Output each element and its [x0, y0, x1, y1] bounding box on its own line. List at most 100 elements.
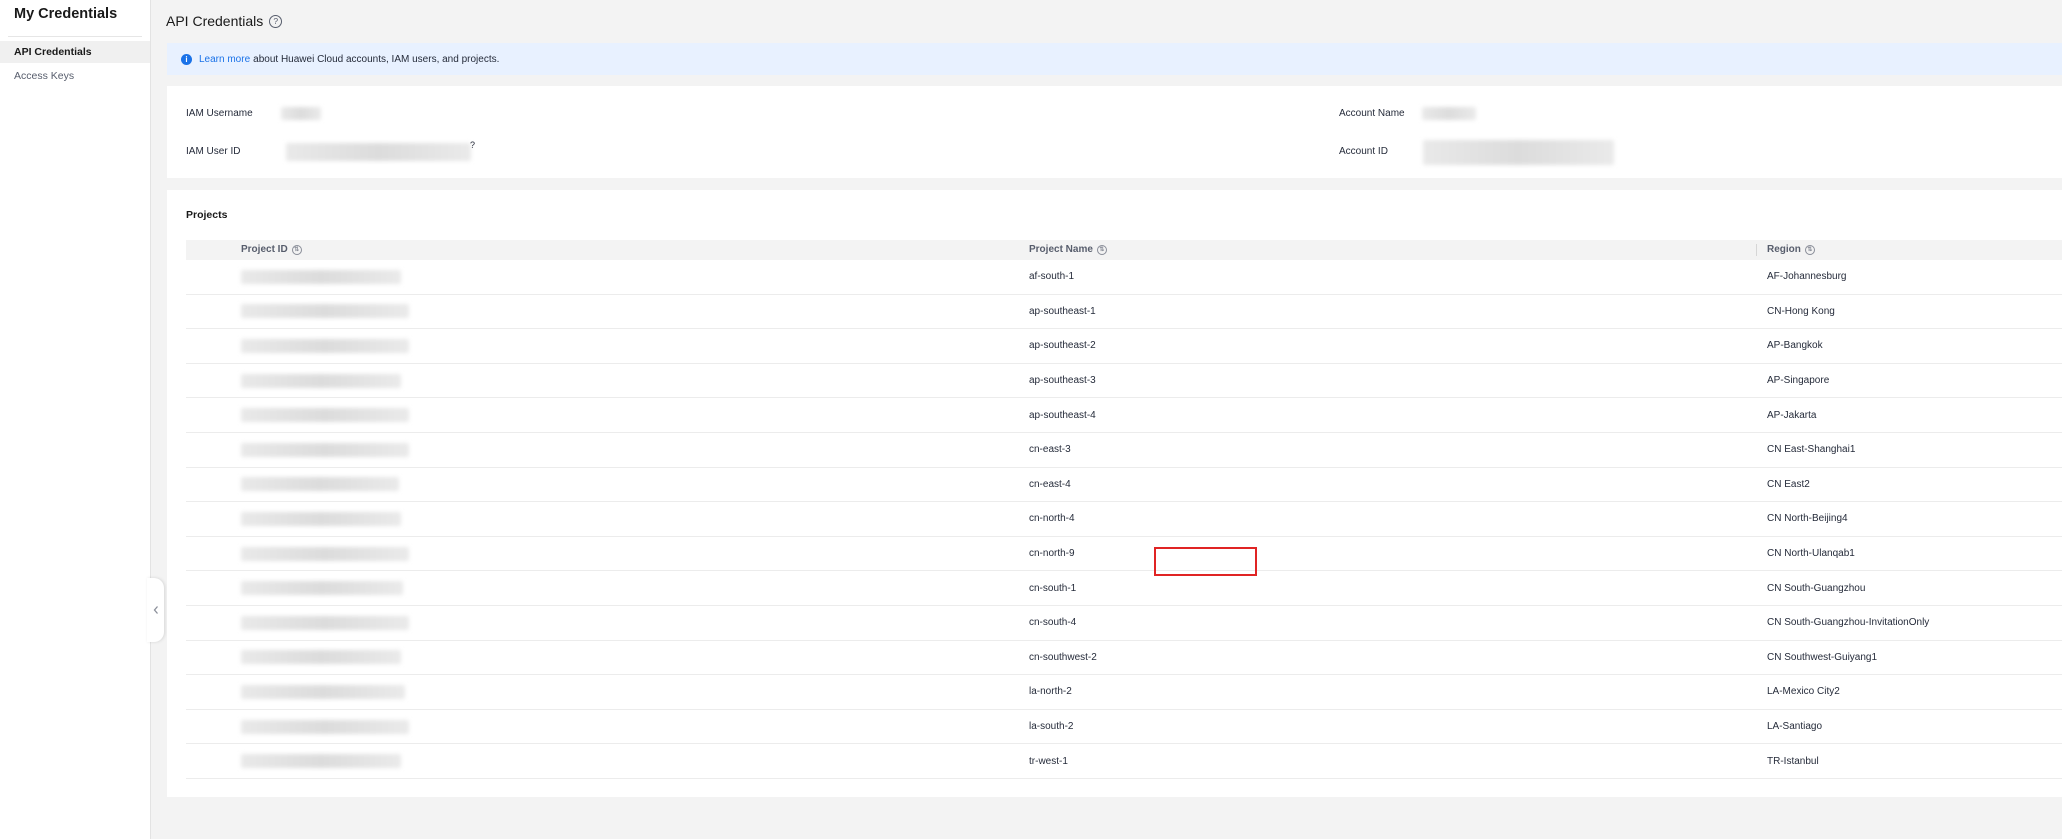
iam-user-id-suffix: ?	[470, 140, 476, 150]
table-row: ap-southeast-2 AP-Bangkok	[186, 329, 2062, 364]
projects-table: Project ID ⇅ Project Name ⇅ Region ⇅ af-…	[186, 240, 2062, 779]
project-id-cell	[241, 260, 401, 294]
region-cell: AP-Singapore	[1767, 375, 1830, 387]
region-cell: TR-Istanbul	[1767, 755, 1819, 767]
region-cell: CN East2	[1767, 478, 1810, 490]
region-cell: CN East-Shanghai1	[1767, 444, 1856, 456]
project-name-cell: la-south-2	[1029, 721, 1074, 733]
region-cell: CN North-Beijing4	[1767, 513, 1848, 525]
column-header-project-id[interactable]: Project ID ⇅	[241, 240, 302, 260]
project-name-cell: cn-north-4	[1029, 513, 1075, 525]
table-row: la-south-2 LA-Santiago	[186, 710, 2062, 745]
page-title: API Credentials ?	[166, 13, 283, 29]
project-id-cell	[241, 468, 399, 502]
table-row: la-north-2 LA-Mexico City2	[186, 675, 2062, 710]
region-cell: LA-Santiago	[1767, 721, 1823, 733]
project-id-cell	[241, 744, 401, 778]
projects-title: Projects	[186, 209, 228, 221]
column-header-project-id-label: Project ID	[241, 244, 288, 255]
sidebar-title: My Credentials	[14, 6, 118, 22]
column-header-region[interactable]: Region ⇅	[1767, 240, 1815, 260]
table-row: cn-southwest-2 CN Southwest-Guiyang1	[186, 641, 2062, 676]
project-id-value-redacted	[241, 719, 409, 734]
project-name-cell: cn-east-3	[1029, 444, 1071, 456]
table-row: cn-south-1 CN South-Guangzhou	[186, 571, 2062, 606]
region-cell: AP-Jakarta	[1767, 409, 1817, 421]
help-icon[interactable]: ?	[269, 14, 283, 28]
column-header-project-name[interactable]: Project Name ⇅	[1029, 240, 1107, 260]
region-cell: CN Southwest-Guiyang1	[1767, 651, 1878, 663]
highlight-annotation	[1154, 547, 1257, 576]
table-row: af-south-1 AF-Johannesburg	[186, 260, 2062, 295]
table-row: cn-north-9 CN North-Ulanqab1	[186, 537, 2062, 572]
table-row: cn-east-4 CN East2	[186, 468, 2062, 503]
sidebar-item-api-credentials[interactable]: API Credentials	[0, 41, 150, 63]
project-name-cell: ap-southeast-1	[1029, 305, 1096, 317]
table-header: Project ID ⇅ Project Name ⇅ Region ⇅	[186, 240, 2062, 260]
project-id-cell	[241, 502, 401, 536]
project-id-value-redacted	[241, 581, 403, 596]
project-id-value-redacted	[241, 338, 409, 353]
page-title-text: API Credentials	[166, 13, 264, 29]
project-name-cell: cn-north-9	[1029, 548, 1075, 560]
region-cell: LA-Mexico City2	[1767, 686, 1840, 698]
project-name-cell: cn-east-4	[1029, 478, 1071, 490]
region-cell: CN North-Ulanqab1	[1767, 548, 1855, 560]
table-row: cn-north-4 CN North-Beijing4	[186, 502, 2062, 537]
column-header-region-label: Region	[1767, 244, 1801, 255]
table-row: tr-west-1 TR-Istanbul	[186, 744, 2062, 779]
account-name-value-redacted	[1422, 107, 1476, 120]
table-row: ap-southeast-4 AP-Jakarta	[186, 398, 2062, 433]
table-row: ap-southeast-3 AP-Singapore	[186, 364, 2062, 399]
project-name-cell: tr-west-1	[1029, 755, 1068, 767]
region-cell: CN South-Guangzhou-InvitationOnly	[1767, 617, 1930, 629]
project-id-value-redacted	[241, 304, 409, 319]
project-id-cell	[241, 433, 409, 467]
iam-username-value-redacted	[281, 107, 321, 120]
project-id-value-redacted	[241, 442, 409, 457]
project-name-cell: ap-southeast-3	[1029, 375, 1096, 387]
iam-username-label: IAM Username	[186, 108, 253, 119]
project-id-cell	[241, 364, 401, 398]
project-id-value-redacted	[241, 477, 399, 492]
project-id-value-redacted	[241, 269, 401, 284]
banner-text: about Huawei Cloud accounts, IAM users, …	[253, 53, 500, 65]
column-separator	[1756, 244, 1757, 256]
main-content: API Credentials ? i Learn more about Hua…	[152, 0, 2062, 839]
project-id-cell	[241, 571, 403, 605]
project-id-cell	[241, 537, 409, 571]
project-id-cell	[241, 329, 409, 363]
project-id-value-redacted	[241, 408, 409, 423]
sidebar: My Credentials API Credentials Access Ke…	[0, 0, 151, 839]
account-name-label: Account Name	[1339, 108, 1405, 119]
info-icon: i	[181, 53, 192, 65]
sidebar-divider	[8, 36, 142, 37]
sort-icon[interactable]: ⇅	[291, 245, 302, 255]
project-name-cell: la-north-2	[1029, 686, 1072, 698]
iam-user-id-value-redacted	[286, 143, 471, 161]
project-name-cell: cn-south-4	[1029, 617, 1077, 629]
table-row: cn-south-4 CN South-Guangzhou-InvitationO…	[186, 606, 2062, 641]
table-body: af-south-1 AF-Johannesburg ap-southeast-1 C…	[186, 260, 2062, 779]
sort-icon[interactable]: ⇅	[1804, 245, 1815, 255]
project-name-cell: cn-south-1	[1029, 582, 1077, 594]
project-id-value-redacted	[241, 650, 401, 665]
project-name-cell: af-south-1	[1029, 271, 1075, 283]
account-id-label: Account ID	[1339, 146, 1388, 157]
project-name-cell: ap-southeast-4	[1029, 409, 1096, 421]
project-name-cell: ap-southeast-2	[1029, 340, 1096, 352]
learn-more-link[interactable]: Learn more	[199, 54, 250, 65]
table-row: cn-east-3 CN East-Shanghai1	[186, 433, 2062, 468]
projects-card: Projects Project ID ⇅ Project Name ⇅ Reg…	[167, 190, 2062, 797]
info-banner: i Learn more about Huawei Cloud accounts…	[167, 43, 2062, 75]
project-id-value-redacted	[241, 373, 401, 388]
project-id-cell	[241, 295, 409, 329]
project-id-cell	[241, 641, 401, 675]
column-header-project-name-label: Project Name	[1029, 244, 1093, 255]
table-row: ap-southeast-1 CN-Hong Kong	[186, 295, 2062, 330]
project-id-value-redacted	[241, 754, 401, 769]
project-name-cell: cn-southwest-2	[1029, 651, 1097, 663]
sidebar-item-access-keys[interactable]: Access Keys	[0, 65, 150, 87]
sort-icon[interactable]: ⇅	[1096, 245, 1107, 255]
iam-user-id-label: IAM User ID	[186, 146, 241, 157]
